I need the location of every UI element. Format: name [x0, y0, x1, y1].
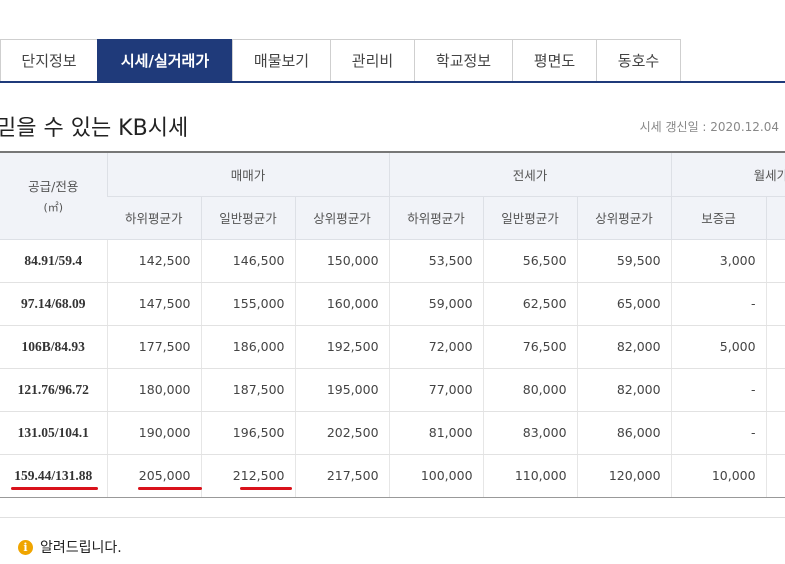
table-cell: 81,000: [388, 411, 484, 455]
table-cell: 155,000: [200, 282, 295, 326]
tab-school-info[interactable]: 학교정보: [414, 39, 513, 81]
table-cell: 76,500: [482, 325, 578, 369]
info-icon: i: [18, 539, 33, 555]
table-cell: 3,000: [670, 239, 767, 283]
table-cell: 100,000: [388, 454, 484, 498]
subheader-sale-high: 상위평균가: [294, 196, 390, 240]
table-cell: 217,500: [294, 454, 390, 498]
subheader-sale-avg: 일반평균가: [200, 196, 295, 240]
table-row: 131.05/104.1 190,000 196,500 202,500 81,…: [0, 411, 785, 455]
table-cell: 82,000: [576, 325, 672, 369]
table-cell: 59,000: [388, 282, 484, 326]
group-header-monthly: 월세가: [670, 151, 785, 197]
table-cell: [765, 454, 785, 498]
table-cell: 10,000: [670, 454, 767, 498]
table-cell: 192,500: [294, 325, 390, 369]
notice[interactable]: i 알려드립니다.: [18, 537, 122, 557]
table-cell: 146,500: [200, 239, 295, 283]
table-cell: 196,500: [200, 411, 295, 455]
table-cell: [765, 368, 785, 412]
area-cell: 106B/84.93: [0, 325, 107, 369]
table-cell: 212,500: [200, 454, 295, 498]
table-cell: 72,000: [388, 325, 484, 369]
area-cell: 131.05/104.1: [0, 411, 107, 455]
table-cell: 190,000: [106, 411, 201, 455]
subheader-jeonse-low: 하위평균가: [388, 196, 484, 240]
area-cell: 121.76/96.72: [0, 368, 107, 412]
area-header: 공급/전용 (㎡): [0, 151, 107, 240]
subheader-jeonse-avg: 일반평균가: [482, 196, 578, 240]
table-cell: [765, 325, 785, 369]
tab-complex-info[interactable]: 단지정보: [0, 39, 98, 81]
table-cell: 65,000: [576, 282, 672, 326]
table-cell: 56,500: [482, 239, 578, 283]
table-cell: 120,000: [576, 454, 672, 498]
table-cell: -: [670, 411, 767, 455]
table-cell: 205,000: [106, 454, 201, 498]
table-cell: -: [670, 282, 767, 326]
table-cell: 177,500: [106, 325, 201, 369]
group-header-jeonse: 전세가: [388, 151, 672, 197]
page-title: 믿을 수 있는 KB시세: [0, 116, 189, 141]
table-cell: 80,000: [482, 368, 578, 412]
divider: [0, 517, 785, 518]
group-header-sale: 매매가: [106, 151, 390, 197]
tab-floor-plan[interactable]: 평면도: [512, 39, 597, 81]
table-cell: 110,000: [482, 454, 578, 498]
highlight-underline-sale-low: [138, 487, 202, 490]
table-row: 84.91/59.4 142,500 146,500 150,000 53,50…: [0, 239, 785, 283]
table-cell: 62,500: [482, 282, 578, 326]
table-cell: 195,000: [294, 368, 390, 412]
highlight-underline-sale-avg: [240, 487, 292, 490]
area-cell: 159.44/131.88: [0, 454, 107, 498]
area-cell: 84.91/59.4: [0, 239, 107, 283]
table-cell: 53,500: [388, 239, 484, 283]
table-cell: [765, 282, 785, 326]
tab-price-transactions[interactable]: 시세/실거래가: [97, 39, 233, 81]
tab-bar: 단지정보 시세/실거래가 매물보기 관리비 학교정보 평면도 동호수: [0, 39, 785, 83]
tab-unit-number[interactable]: 동호수: [596, 39, 681, 81]
table-row: 159.44/131.88 205,000 212,500 217,500 10…: [0, 454, 785, 498]
subheader-sale-low: 하위평균가: [107, 196, 201, 240]
subheader-jeonse-high: 상위평균가: [576, 196, 672, 240]
notice-label: 알려드립니다.: [40, 540, 122, 556]
update-date: 시세 갱신일 : 2020.12.04: [639, 120, 779, 134]
table-cell: 59,500: [576, 239, 672, 283]
table-row: 97.14/68.09 147,500 155,000 160,000 59,0…: [0, 282, 785, 326]
subheader-deposit: 보증금: [670, 196, 767, 240]
table-cell: 186,000: [200, 325, 295, 369]
table-cell: 83,000: [482, 411, 578, 455]
table-cell: 82,000: [576, 368, 672, 412]
table-cell: 5,000: [670, 325, 767, 369]
subheader-rent: [765, 196, 785, 240]
table-cell: 180,000: [106, 368, 201, 412]
highlight-underline-area: [11, 487, 98, 490]
table-cell: 150,000: [294, 239, 390, 283]
table-cell: 86,000: [576, 411, 672, 455]
table-cell: 77,000: [388, 368, 484, 412]
table-cell: 160,000: [294, 282, 390, 326]
table-row: 121.76/96.72 180,000 187,500 195,000 77,…: [0, 368, 785, 412]
tab-listings[interactable]: 매물보기: [232, 39, 331, 81]
area-cell: 97.14/68.09: [0, 282, 107, 326]
tab-maintenance-fee[interactable]: 관리비: [330, 39, 415, 81]
table-cell: -: [670, 368, 767, 412]
table-cell: 142,500: [106, 239, 201, 283]
table-cell: [765, 411, 785, 455]
table-cell: [765, 239, 785, 283]
table-row: 106B/84.93 177,500 186,000 192,500 72,00…: [0, 325, 785, 369]
table-cell: 147,500: [106, 282, 201, 326]
table-cell: 187,500: [200, 368, 295, 412]
table-cell: 202,500: [294, 411, 390, 455]
price-table: 공급/전용 (㎡) 매매가 전세가 월세가 하위평균가 일반평균가 상위평균가 …: [0, 151, 785, 498]
